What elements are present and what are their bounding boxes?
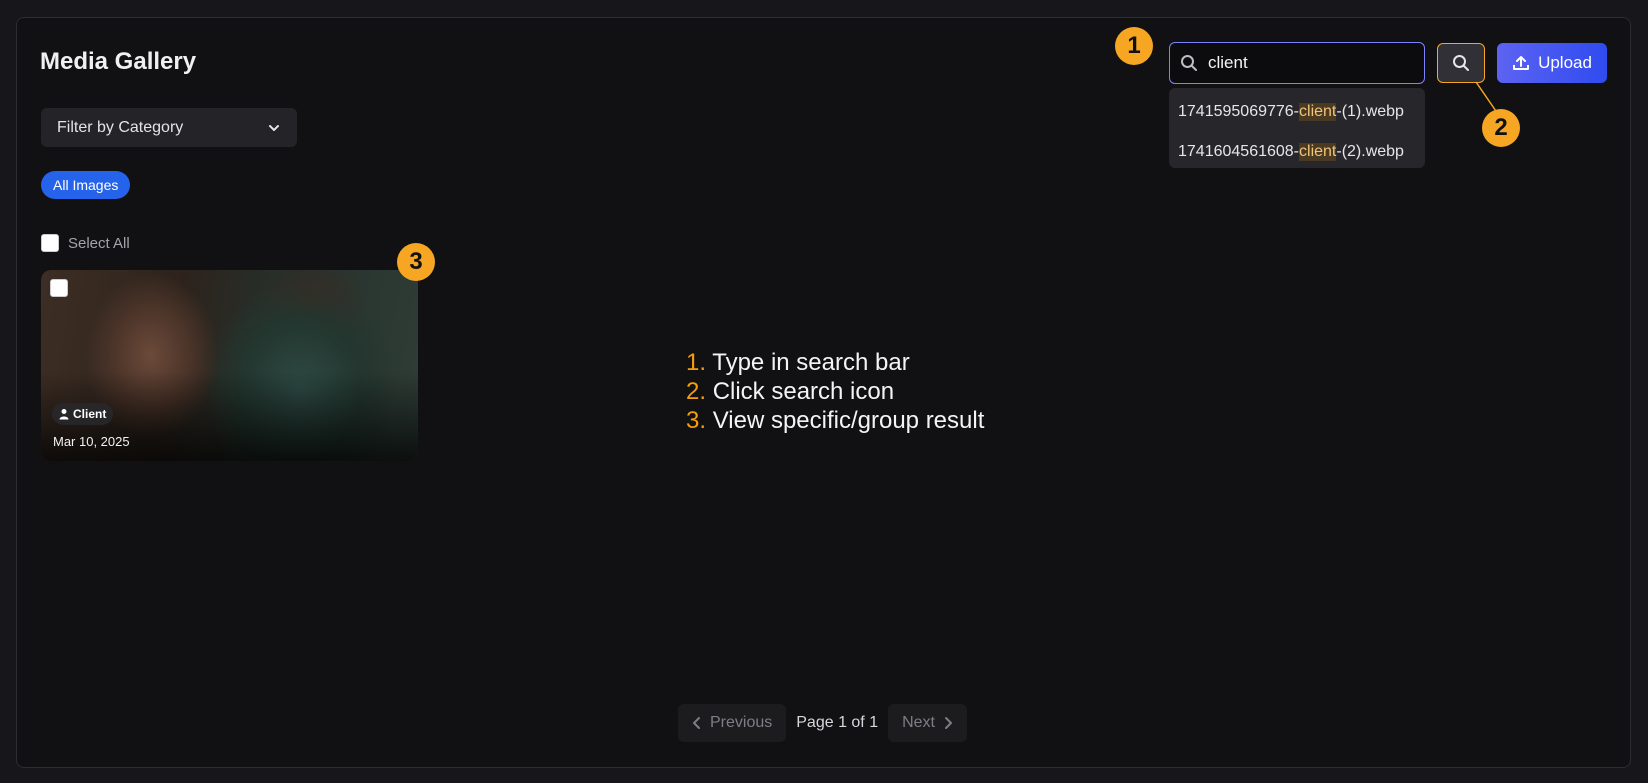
search-bar[interactable] bbox=[1169, 42, 1425, 84]
page-title: Media Gallery bbox=[40, 48, 197, 75]
instruction-step: 3. View specific/group result bbox=[686, 406, 984, 435]
pagination: Previous Page 1 of 1 Next bbox=[678, 704, 967, 742]
suggestion-prefix: 1741604561608- bbox=[1178, 143, 1300, 160]
instructions-list: 1. Type in search bar 2. Click search ic… bbox=[686, 348, 984, 435]
page-indicator: Page 1 of 1 bbox=[796, 714, 879, 731]
step-text: View specific/group result bbox=[712, 407, 985, 434]
step-number: 3. bbox=[686, 407, 707, 434]
next-label: Next bbox=[902, 714, 935, 731]
media-date: Mar 10, 2025 bbox=[53, 434, 130, 449]
suggestion-match: client bbox=[1299, 143, 1337, 161]
category-filter-dropdown[interactable]: Filter by Category bbox=[41, 108, 297, 147]
upload-label: Upload bbox=[1538, 53, 1592, 72]
step-marker-2: 2 bbox=[1482, 109, 1520, 147]
previous-button[interactable]: Previous bbox=[678, 704, 787, 742]
suggestion-suffix: -(1).webp bbox=[1336, 103, 1404, 120]
select-all[interactable]: Select All bbox=[41, 234, 130, 252]
step-marker-1: 1 bbox=[1115, 27, 1153, 65]
search-button[interactable] bbox=[1437, 43, 1485, 83]
step-number: 1. bbox=[686, 349, 707, 376]
chevron-left-icon bbox=[692, 716, 702, 730]
step-number: 2. bbox=[686, 378, 707, 405]
suggestion-prefix: 1741595069776- bbox=[1178, 103, 1300, 120]
category-pill-all-images[interactable]: All Images bbox=[41, 171, 131, 199]
select-all-checkbox[interactable] bbox=[41, 234, 59, 252]
category-filter-label: Filter by Category bbox=[57, 118, 184, 136]
upload-button[interactable]: Upload bbox=[1497, 43, 1607, 83]
chevron-right-icon bbox=[943, 716, 953, 730]
previous-label: Previous bbox=[710, 714, 773, 731]
step-marker-3: 3 bbox=[397, 243, 435, 281]
next-button[interactable]: Next bbox=[888, 704, 967, 742]
instruction-step: 1. Type in search bar bbox=[686, 348, 984, 377]
suggestion-item[interactable]: 1741595069776- client -(1).webp bbox=[1169, 92, 1425, 132]
media-card-checkbox[interactable] bbox=[50, 279, 68, 297]
search-icon bbox=[1180, 54, 1198, 72]
search-icon bbox=[1452, 54, 1470, 72]
category-badge-label: Client bbox=[73, 407, 107, 421]
upload-icon bbox=[1512, 54, 1530, 72]
search-suggestions: 1741595069776- client -(1).webp 1741604561… bbox=[1169, 88, 1425, 168]
media-card[interactable]: Client Mar 10, 2025 bbox=[41, 270, 418, 461]
suggestion-suffix: -(2).webp bbox=[1336, 143, 1404, 160]
user-icon bbox=[58, 408, 70, 420]
select-all-label: Select All bbox=[68, 234, 130, 252]
chevron-down-icon bbox=[267, 121, 281, 135]
category-badge: Client bbox=[52, 403, 114, 425]
step-text: Type in search bar bbox=[712, 349, 910, 376]
suggestion-match: client bbox=[1299, 103, 1337, 121]
instruction-step: 2. Click search icon bbox=[686, 377, 984, 406]
step-text: Click search icon bbox=[712, 378, 895, 405]
search-input[interactable] bbox=[1208, 53, 1408, 73]
suggestion-item[interactable]: 1741604561608- client -(2).webp bbox=[1169, 132, 1425, 172]
